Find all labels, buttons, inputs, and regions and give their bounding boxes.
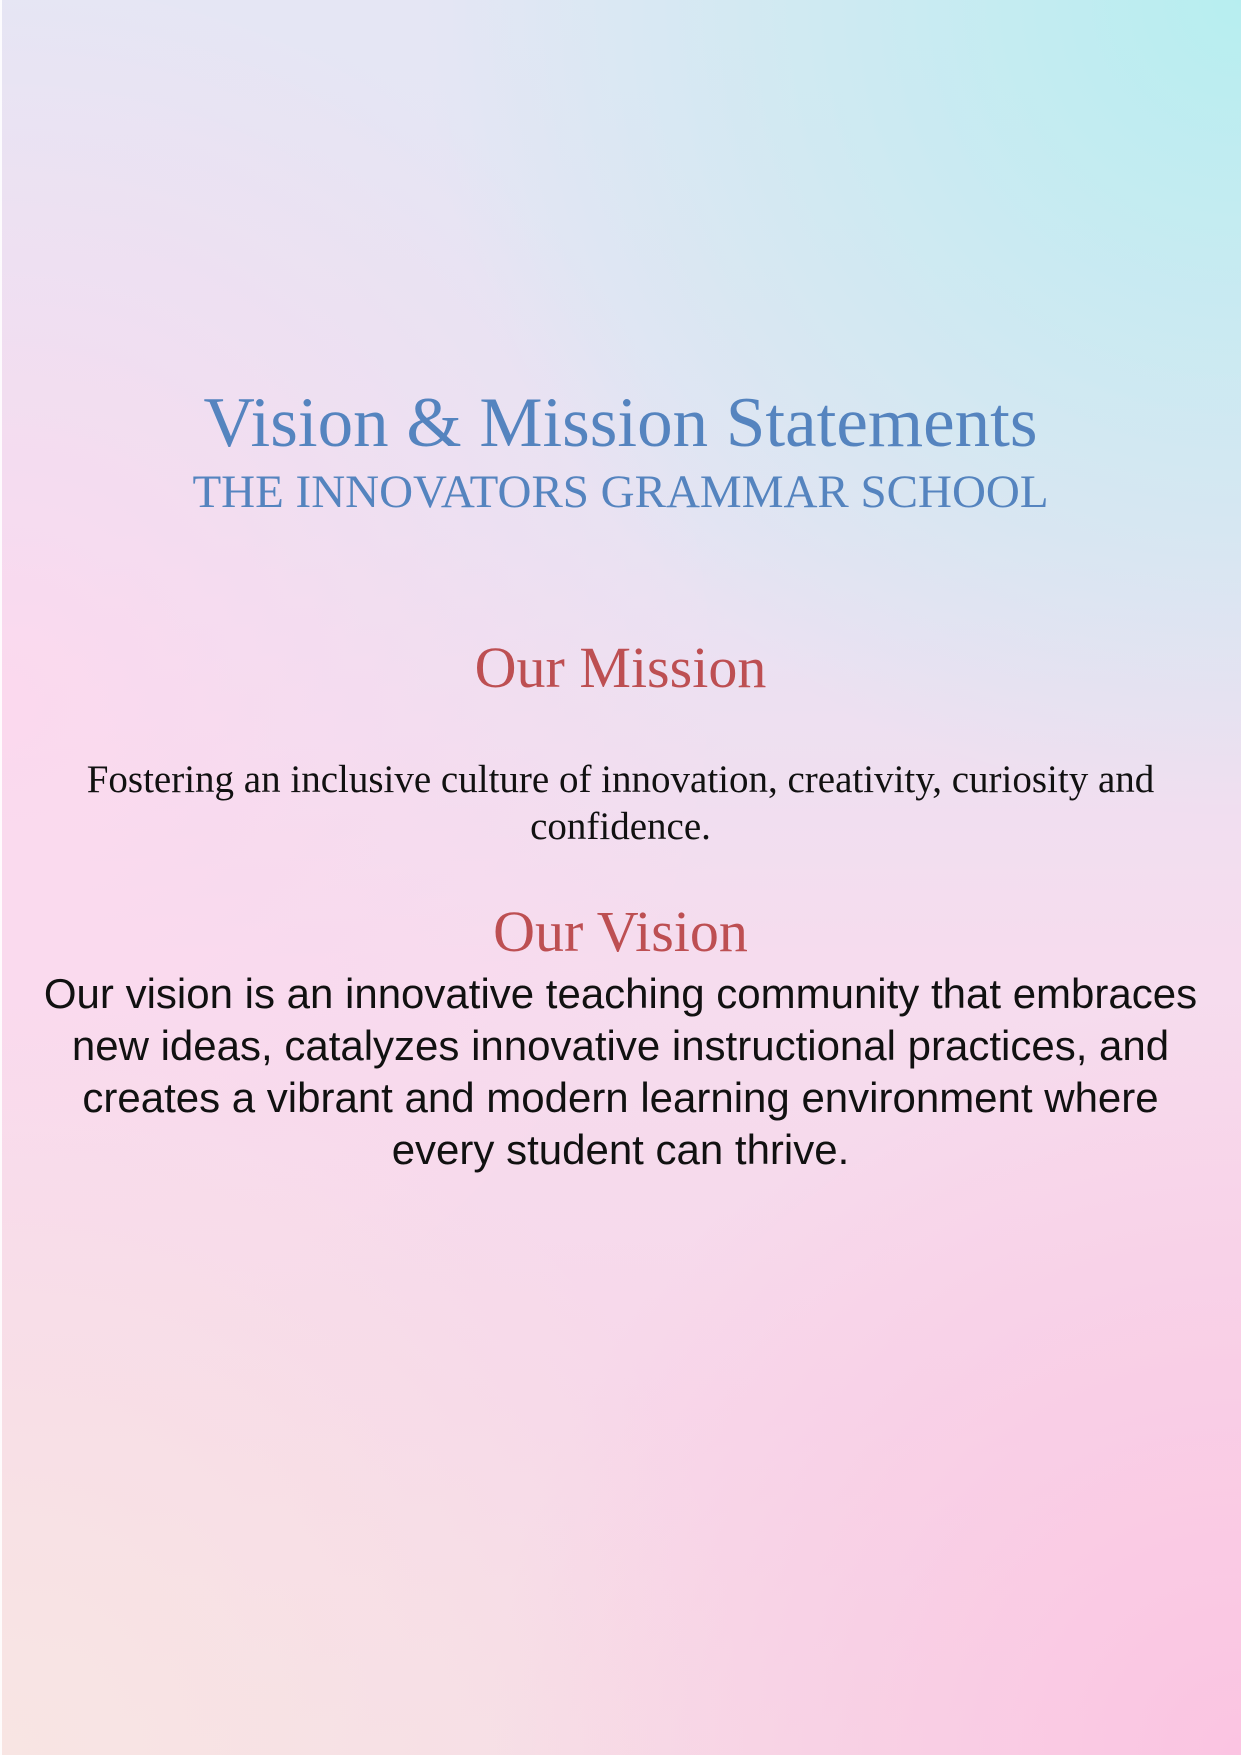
page-title: Vision & Mission Statements: [203, 384, 1038, 462]
mission-heading: Our Mission: [474, 635, 767, 700]
mission-statement: Fostering an inclusive culture of innova…: [86, 758, 1155, 848]
school-name: THE INNOVATORS GRAMMAR SCHOOL: [192, 466, 1049, 518]
document-page: Vision & Mission Statements THE INNOVATO…: [0, 0, 1241, 1755]
vision-heading: Our Vision: [493, 899, 748, 964]
vision-statement: Our vision is an innovative teaching com…: [43, 970, 1198, 1173]
page-edge: [0, 0, 2, 1755]
